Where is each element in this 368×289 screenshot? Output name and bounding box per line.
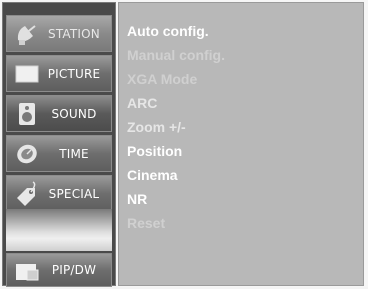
menu-sidebar: STATION PICTURE SOUND TIME SPECIAL PIP/D… — [2, 2, 116, 287]
menu-option-cinema[interactable]: Cinema — [127, 167, 178, 183]
selection-highlight — [6, 209, 112, 251]
sidebar-item-special[interactable]: SPECIAL — [6, 175, 112, 212]
tag-icon — [13, 180, 41, 208]
menu-option-position[interactable]: Position — [127, 143, 182, 159]
sidebar-item-label: SPECIAL — [48, 186, 100, 201]
sidebar-item-time[interactable]: TIME — [6, 135, 112, 172]
sidebar-item-label: PIP/DW — [51, 263, 97, 277]
pip-icon — [13, 258, 41, 286]
satellite-dish-icon — [13, 20, 41, 48]
menu-option-auto-config[interactable]: Auto config. — [127, 23, 209, 39]
options-panel: Auto config. Manual config. XGA Mode ARC… — [118, 2, 364, 286]
menu-option-zoom[interactable]: Zoom +/- — [127, 119, 186, 135]
menu-option-reset[interactable]: Reset — [127, 215, 165, 231]
picture-icon — [13, 60, 41, 88]
sidebar-item-label: SOUND — [51, 106, 97, 121]
sidebar-item-pip-dw[interactable]: PIP/DW — [6, 253, 112, 287]
sidebar-item-picture[interactable]: PICTURE — [6, 55, 112, 92]
menu-option-manual-config[interactable]: Manual config. — [127, 47, 225, 63]
sidebar-item-station[interactable]: STATION — [6, 15, 112, 52]
clock-icon — [13, 140, 41, 168]
tv-osd-screen: STATION PICTURE SOUND TIME SPECIAL PIP/D… — [0, 0, 368, 287]
sidebar-item-sound[interactable]: SOUND — [6, 95, 112, 132]
sidebar-item-label: STATION — [48, 26, 100, 41]
menu-option-xga-mode[interactable]: XGA Mode — [127, 71, 197, 87]
menu-option-arc[interactable]: ARC — [127, 95, 157, 111]
sidebar-item-label: PICTURE — [47, 66, 101, 81]
sidebar-item-label: TIME — [59, 146, 89, 161]
speaker-icon — [13, 100, 41, 128]
menu-option-nr[interactable]: NR — [127, 191, 147, 207]
